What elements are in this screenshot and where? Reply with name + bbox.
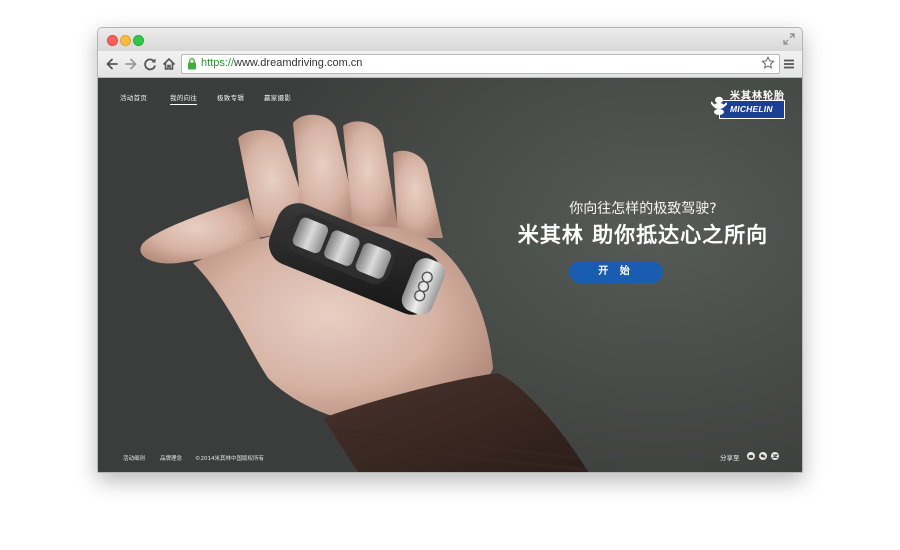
lock-icon [188, 57, 196, 70]
footer-brand-link[interactable]: 品牌理念 [160, 454, 182, 462]
wechat-icon[interactable] [759, 452, 767, 460]
minimize-window-button[interactable] [120, 35, 131, 46]
reload-icon[interactable] [142, 56, 158, 72]
michelin-brand[interactable]: 米其林轮胎 MICHELIN [705, 87, 785, 120]
url-text: https://www.dreamdriving.com.cn [201, 57, 362, 69]
qzone-icon[interactable] [771, 452, 779, 460]
nav-item-extreme-album[interactable]: 极致专辑 [217, 92, 244, 102]
menu-icon[interactable] [783, 58, 795, 70]
bibendum-icon [711, 96, 727, 115]
expand-icon[interactable] [783, 33, 795, 45]
url-scheme: https:// [201, 57, 235, 69]
title-bar [98, 28, 802, 51]
hero-question: 你向往怎样的极致驾驶? [569, 201, 717, 217]
browser-toolbar: https://www.dreamdriving.com.cn [98, 51, 802, 78]
home-icon[interactable] [161, 56, 177, 72]
nav-item-home[interactable]: 活动首页 [120, 92, 147, 102]
nav-item-winner-photos[interactable]: 赢家摄影 [264, 92, 291, 102]
michelin-logo: MICHELIN [719, 100, 785, 119]
back-icon[interactable] [104, 56, 120, 72]
nav-item-my-aspiration[interactable]: 我的向往 [170, 92, 198, 105]
hero-slogan: 米其林 助你抵达心之所向 [517, 223, 769, 247]
url-host: www.dreamdriving.com.cn [234, 57, 363, 69]
footer-copyright: ©2014米其林中国版权所有 [195, 456, 264, 462]
michelin-logo-text: MICHELIN [730, 104, 773, 114]
browser-window: https://www.dreamdriving.com.cn 活动首页 我的向… [97, 27, 803, 473]
forward-icon[interactable] [123, 56, 139, 72]
zoom-window-button[interactable] [133, 35, 144, 46]
hand-holding-car-key-photo [140, 114, 589, 472]
close-window-button[interactable] [107, 35, 118, 46]
share-label: 分享至 [720, 454, 740, 462]
address-bar[interactable]: https://www.dreamdriving.com.cn [181, 54, 780, 74]
footer-rules-link[interactable]: 活动细则 [123, 454, 145, 462]
star-icon[interactable] [761, 56, 775, 70]
page-viewport: 活动首页 我的向往 极致专辑 赢家摄影 米其林轮胎 MICHELIN 你向往怎样… [98, 78, 802, 472]
start-button[interactable]: 开 始 [569, 261, 663, 283]
weibo-icon[interactable] [747, 452, 755, 460]
